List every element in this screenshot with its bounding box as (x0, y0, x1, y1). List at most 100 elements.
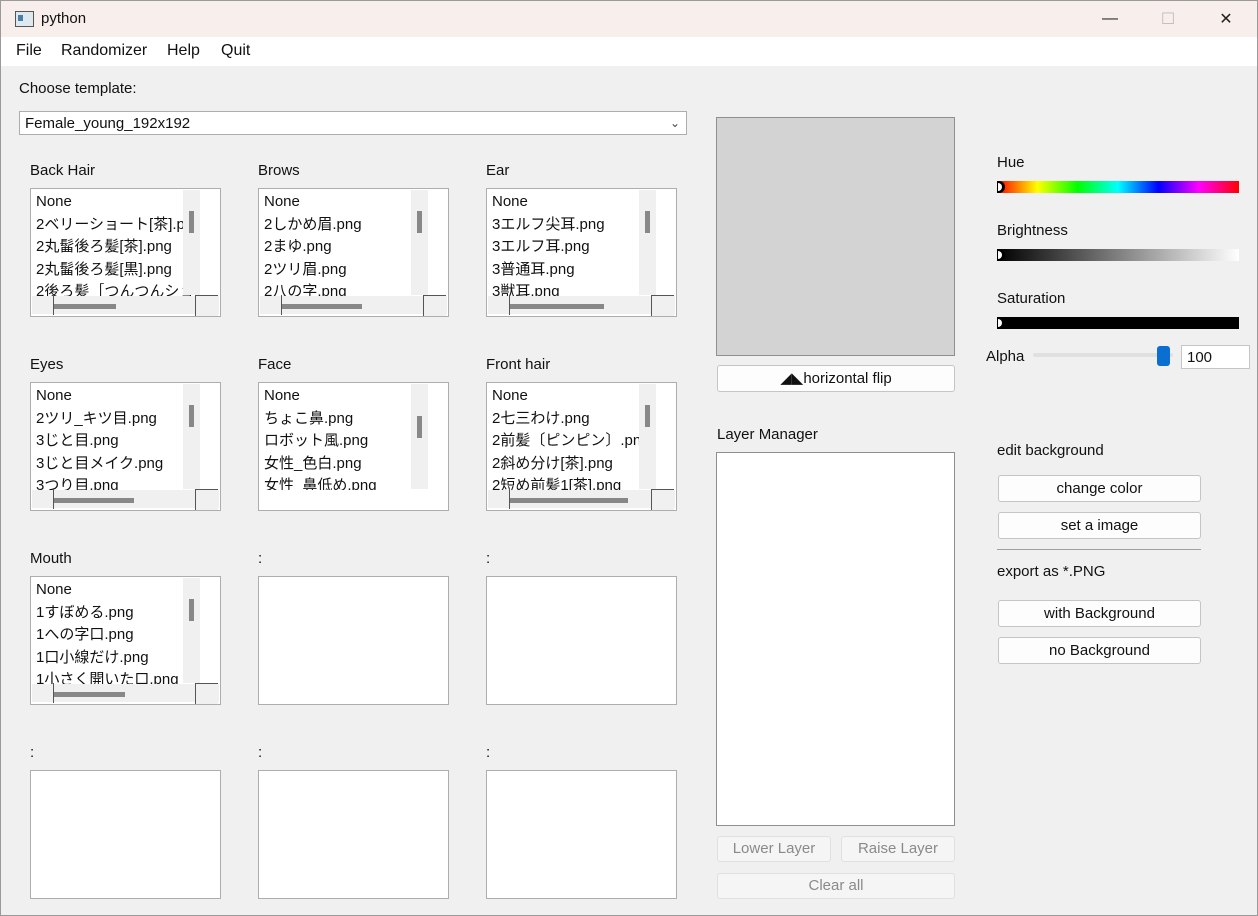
menu-help[interactable]: Help (167, 42, 200, 60)
horizontal-scroll-thumb[interactable] (54, 498, 134, 503)
vertical-scrollbar[interactable] (183, 578, 200, 683)
lower-layer-button[interactable]: Lower Layer (717, 836, 831, 862)
maximize-button[interactable]: ☐ (1139, 1, 1197, 37)
part-listbox[interactable]: None ちょこ鼻.png ロボット風.png 女性_色白.png 女性_鼻低め.png… (258, 382, 449, 511)
alpha-slider-handle[interactable] (1157, 346, 1170, 366)
list-item[interactable]: 2ベリーショート[茶].png (36, 214, 200, 237)
horizontal-scrollbar[interactable] (488, 490, 675, 508)
part-listbox[interactable]: None 3エルフ尖耳.png 3エルフ耳.png 3普通耳.png 3獣耳.png (486, 188, 677, 317)
list-item[interactable]: 2ツリ_キツ目.png (36, 408, 200, 431)
list-item[interactable]: 女性_鼻低め.png (264, 475, 428, 490)
export-no-background-button[interactable]: no Background (998, 637, 1201, 664)
part-listbox[interactable]: None 2ツリ_キツ目.png 3じと目.png 3じと目メイク.png 3つり目.p… (30, 382, 221, 511)
list-item[interactable]: 3エルフ耳.png (492, 236, 656, 259)
list-item[interactable]: 3じと目.png (36, 430, 200, 453)
list-item[interactable]: 2丸髷後ろ髪[黒].png (36, 259, 200, 282)
horizontal-scrollbar[interactable] (32, 490, 219, 508)
part-listbox[interactable] (486, 770, 677, 899)
vertical-scrollbar[interactable] (411, 190, 428, 295)
list-item[interactable]: 2短め前髪1[茶].png (492, 475, 656, 490)
list-item[interactable]: ロボット風.png (264, 430, 428, 453)
list-item[interactable]: 3じと目メイク.png (36, 453, 200, 476)
part-label: Ear (486, 162, 510, 179)
part-label: Eyes (30, 356, 64, 373)
horizontal-scroll-thumb[interactable] (282, 304, 362, 309)
horizontal-scroll-thumb[interactable] (510, 498, 628, 503)
alpha-spinbox[interactable]: 100 (1181, 345, 1250, 369)
vertical-scroll-thumb[interactable] (417, 211, 422, 233)
hue-slider[interactable] (997, 181, 1239, 193)
part-listbox[interactable]: None 1すぼめる.png 1への字口.png 1口小線だけ.png 1小さく開いた口… (30, 576, 221, 705)
vertical-scroll-thumb[interactable] (189, 211, 194, 233)
list-item[interactable]: 2後ろ髪［つんつんショ (36, 281, 200, 296)
list-item[interactable]: ちょこ鼻.png (264, 408, 428, 431)
list-item[interactable]: None (36, 579, 200, 602)
menu-randomizer[interactable]: Randomizer (61, 42, 147, 60)
part-listbox[interactable] (30, 770, 221, 899)
list-item[interactable]: 2丸髷後ろ髪[茶].png (36, 236, 200, 259)
part-listbox[interactable]: None 2しかめ眉.png 2まゆ.png 2ツリ眉.png 2八の字.png (258, 188, 449, 317)
vertical-scroll-thumb[interactable] (189, 599, 194, 621)
part-listbox[interactable]: None 2七三わけ.png 2前髪〔ピンピン〕.png 2斜め分け[茶].png 2短… (486, 382, 677, 511)
list-item[interactable]: 1口小線だけ.png (36, 647, 200, 670)
list-item[interactable]: 3獣耳.png (492, 281, 656, 296)
list-item[interactable]: None (492, 191, 656, 214)
list-item[interactable]: None (492, 385, 656, 408)
template-combobox[interactable]: Female_young_192x192 ⌄ (19, 111, 687, 135)
horizontal-flip-button[interactable]: ◢◣horizontal flip (717, 365, 955, 392)
menu-file[interactable]: File (16, 42, 42, 60)
vertical-scrollbar[interactable] (183, 384, 200, 489)
part-listbox[interactable] (258, 770, 449, 899)
set-image-button[interactable]: set a image (998, 512, 1201, 539)
chevron-down-icon[interactable]: ⌄ (670, 116, 680, 130)
list-item[interactable]: 3エルフ尖耳.png (492, 214, 656, 237)
horizontal-scrollbar[interactable] (260, 296, 447, 314)
list-item[interactable]: 1への字口.png (36, 624, 200, 647)
change-color-button[interactable]: change color (998, 475, 1201, 502)
list-item[interactable]: 3つり目.png (36, 475, 200, 490)
clear-all-button[interactable]: Clear all (717, 873, 955, 899)
list-item[interactable]: None (264, 385, 428, 408)
title-bar[interactable]: python — ☐ ✕ (1, 1, 1257, 37)
list-item[interactable]: 2ツリ眉.png (264, 259, 428, 282)
list-item[interactable]: 女性_色白.png (264, 453, 428, 476)
list-item[interactable]: 2斜め分け[茶].png (492, 453, 656, 476)
horizontal-scroll-thumb[interactable] (510, 304, 604, 309)
list-item[interactable]: 1すぼめる.png (36, 602, 200, 625)
part-listbox[interactable] (486, 576, 677, 705)
menu-quit[interactable]: Quit (221, 42, 250, 60)
part-listbox[interactable]: None 2ベリーショート[茶].png 2丸髷後ろ髪[茶].png 2丸髷後ろ髪[黒… (30, 188, 221, 317)
list-item[interactable]: 2まゆ.png (264, 236, 428, 259)
vertical-scroll-thumb[interactable] (417, 416, 422, 438)
horizontal-scroll-thumb[interactable] (54, 692, 125, 697)
list-item[interactable]: 3普通耳.png (492, 259, 656, 282)
list-item[interactable]: 2八の字.png (264, 281, 428, 296)
list-item[interactable]: 2七三わけ.png (492, 408, 656, 431)
part-listbox[interactable] (258, 576, 449, 705)
brightness-slider[interactable] (997, 249, 1239, 261)
vertical-scrollbar[interactable] (639, 190, 656, 295)
vertical-scrollbar[interactable] (639, 384, 656, 489)
list-item[interactable]: 2前髪〔ピンピン〕.png (492, 430, 656, 453)
vertical-scroll-thumb[interactable] (645, 211, 650, 233)
horizontal-scrollbar[interactable] (32, 684, 219, 702)
list-item[interactable]: 1小さく開いた口.png (36, 669, 200, 684)
horizontal-scrollbar[interactable] (32, 296, 219, 314)
vertical-scroll-thumb[interactable] (189, 405, 194, 427)
list-item[interactable]: None (264, 191, 428, 214)
minimize-button[interactable]: — (1081, 1, 1139, 37)
vertical-scroll-thumb[interactable] (645, 405, 650, 427)
raise-layer-button[interactable]: Raise Layer (841, 836, 955, 862)
export-with-background-button[interactable]: with Background (998, 600, 1201, 627)
list-item[interactable]: None (36, 385, 200, 408)
vertical-scrollbar[interactable] (183, 190, 200, 295)
layer-list[interactable] (716, 452, 955, 826)
horizontal-scroll-thumb[interactable] (54, 304, 116, 309)
list-item[interactable]: 2しかめ眉.png (264, 214, 428, 237)
close-button[interactable]: ✕ (1197, 1, 1255, 37)
alpha-slider[interactable] (1033, 353, 1173, 357)
vertical-scrollbar[interactable] (411, 384, 428, 489)
list-item[interactable]: None (36, 191, 200, 214)
horizontal-scrollbar[interactable] (488, 296, 675, 314)
saturation-slider[interactable] (997, 317, 1239, 329)
